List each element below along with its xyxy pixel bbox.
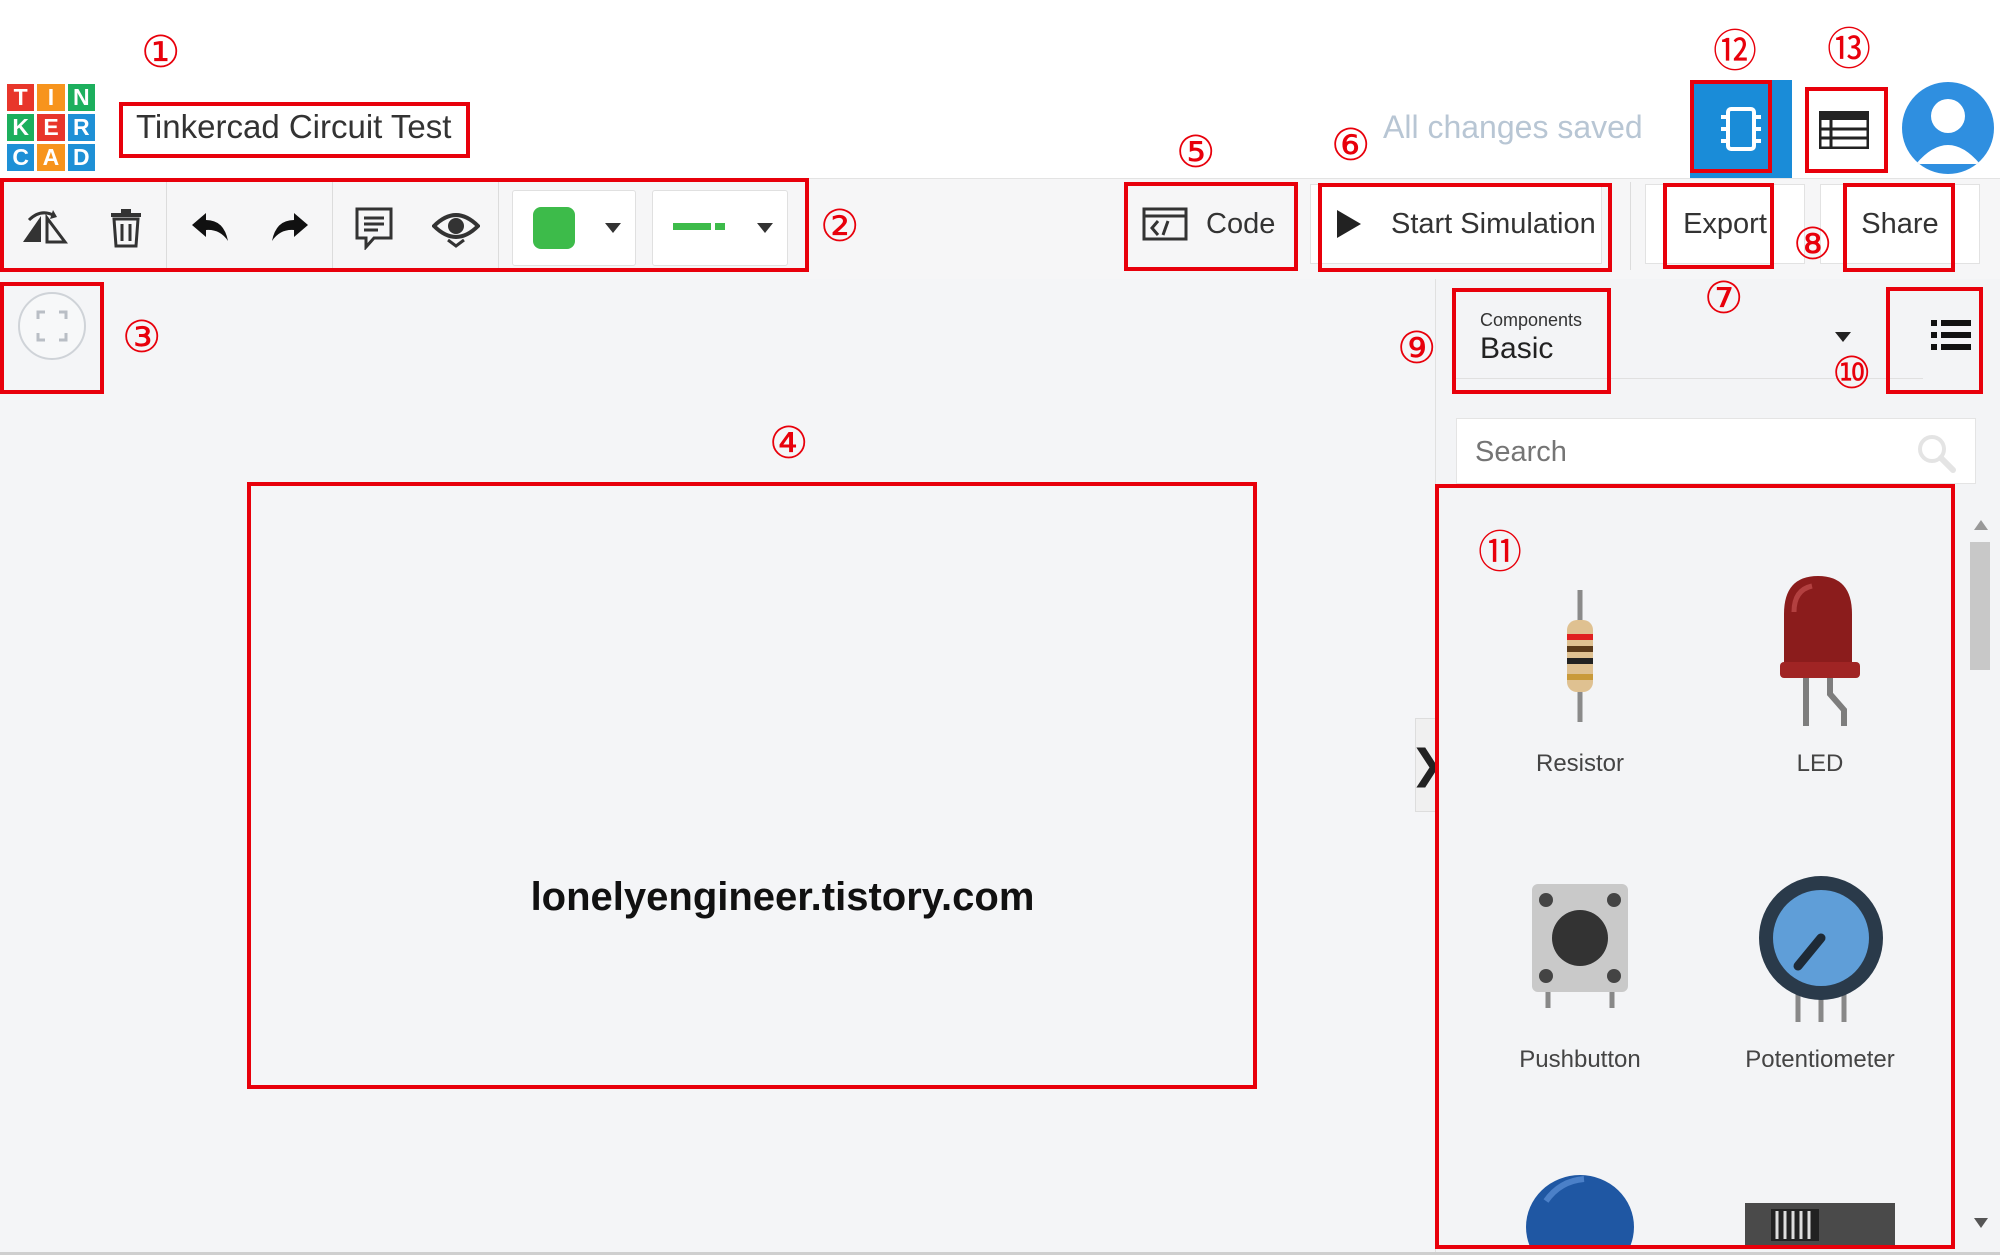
component-pushbutton[interactable]: Pushbutton bbox=[1470, 870, 1690, 1075]
component-label: Pushbutton bbox=[1519, 1046, 1641, 1073]
component-led[interactable]: LED bbox=[1710, 570, 1930, 777]
toolbar-divider bbox=[166, 182, 167, 270]
logo-letter: I bbox=[37, 84, 65, 111]
annotation-number: ⑤ bbox=[1176, 127, 1216, 178]
components-caption: Components bbox=[1480, 310, 1583, 330]
fill-color-dropdown[interactable] bbox=[512, 190, 636, 266]
save-status: All changes saved bbox=[1383, 109, 1643, 145]
logo-letter: C bbox=[7, 144, 35, 171]
scrollbar-thumb[interactable] bbox=[1970, 542, 1990, 670]
search-input[interactable] bbox=[1473, 429, 1897, 475]
export-button[interactable]: Export bbox=[1645, 184, 1805, 264]
potentiometer-icon bbox=[1759, 876, 1883, 1022]
logo-letter: E bbox=[37, 114, 65, 141]
visibility-icon bbox=[432, 213, 480, 248]
annotation-number: ⑨ bbox=[1397, 323, 1437, 374]
visibility-button[interactable] bbox=[428, 200, 484, 256]
delete-button[interactable] bbox=[98, 200, 154, 256]
undo-icon bbox=[192, 213, 228, 241]
list-view-toggle[interactable] bbox=[1926, 310, 1976, 360]
watermark-text: lonelyengineer.tistory.com bbox=[530, 875, 1035, 919]
annotation-number: ⑩ bbox=[1832, 348, 1872, 399]
chip-icon bbox=[1721, 107, 1761, 151]
fit-view-icon bbox=[36, 310, 68, 342]
components-value: Basic bbox=[1480, 332, 1554, 365]
user-avatar[interactable] bbox=[1902, 82, 1994, 174]
rotate-icon bbox=[23, 210, 68, 244]
list-icon bbox=[1931, 320, 1971, 350]
component-label: LED bbox=[1796, 750, 1844, 777]
redo-button[interactable] bbox=[262, 200, 318, 256]
annotation-number: ⑧ bbox=[1793, 219, 1833, 270]
logo-letter: R bbox=[67, 114, 95, 141]
project-title[interactable]: Tinkercad Circuit Test bbox=[136, 108, 451, 146]
switch-icon bbox=[1745, 1203, 1895, 1245]
chevron-down-icon bbox=[605, 223, 621, 233]
annotation-number: ⑥ bbox=[1331, 120, 1371, 171]
pushbutton-icon bbox=[1532, 884, 1628, 1008]
led-icon bbox=[1780, 576, 1860, 726]
annotation-number: ② bbox=[820, 201, 860, 252]
annotation-number: ① bbox=[141, 27, 181, 78]
components-scrollbar[interactable] bbox=[1966, 510, 1994, 1230]
logo-letter: D bbox=[67, 144, 95, 171]
annotation-number: ⑪ bbox=[1478, 527, 1522, 578]
logo-letter: T bbox=[7, 84, 35, 111]
undo-button[interactable] bbox=[182, 200, 238, 256]
redo-icon bbox=[272, 213, 308, 241]
annotation-number: ④ bbox=[769, 418, 809, 469]
notes-button[interactable] bbox=[346, 200, 402, 256]
component-search[interactable] bbox=[1456, 418, 1976, 484]
wire-style-icon bbox=[673, 223, 725, 230]
workplane-canvas[interactable] bbox=[0, 279, 1435, 1255]
code-label: Code bbox=[1206, 207, 1276, 240]
export-label: Export bbox=[1683, 207, 1767, 240]
circuit-view-button[interactable] bbox=[1690, 80, 1792, 178]
chevron-down-icon bbox=[1974, 1218, 1988, 1228]
annotation-number: ⑬ bbox=[1827, 24, 1871, 75]
toolbar-divider bbox=[1630, 182, 1631, 270]
component-list-view-button[interactable] bbox=[1808, 90, 1880, 170]
delete-icon bbox=[111, 209, 141, 248]
wire-type-dropdown[interactable] bbox=[652, 190, 788, 266]
button-cap-icon bbox=[1526, 1175, 1634, 1245]
notes-icon bbox=[355, 207, 393, 250]
fill-color-swatch bbox=[533, 207, 575, 249]
toolbar-divider bbox=[332, 182, 333, 270]
chevron-up-icon bbox=[1974, 520, 1988, 530]
annotation-number: ③ bbox=[122, 312, 162, 363]
rotate-button[interactable] bbox=[16, 200, 72, 256]
toolbar-divider bbox=[498, 182, 499, 270]
code-icon bbox=[1142, 207, 1188, 241]
chevron-down-icon bbox=[757, 223, 773, 233]
component-resistor[interactable]: Resistor bbox=[1470, 575, 1690, 777]
logo-letter: N bbox=[67, 84, 95, 111]
fit-view-button[interactable] bbox=[18, 292, 86, 360]
component-label: Potentiometer bbox=[1745, 1046, 1895, 1073]
resistor-icon bbox=[1567, 590, 1593, 722]
code-button[interactable]: Code bbox=[1126, 184, 1294, 264]
search-icon bbox=[1918, 435, 1956, 473]
user-avatar-icon bbox=[1916, 99, 1980, 164]
component-partial[interactable] bbox=[1520, 1165, 1640, 1245]
component-label: Resistor bbox=[1535, 750, 1625, 777]
start-simulation-label: Start Simulation bbox=[1391, 207, 1596, 240]
table-icon bbox=[1819, 111, 1869, 149]
start-simulation-button[interactable]: Start Simulation bbox=[1310, 184, 1602, 264]
chevron-down-icon bbox=[1835, 332, 1851, 342]
component-partial[interactable] bbox=[1745, 1195, 1897, 1245]
logo-letter: K bbox=[7, 114, 35, 141]
component-potentiometer[interactable]: Potentiometer bbox=[1710, 870, 1930, 1075]
share-button[interactable]: Share bbox=[1820, 184, 1980, 264]
share-label: Share bbox=[1861, 207, 1939, 240]
play-icon bbox=[1337, 210, 1361, 238]
logo-letter: A bbox=[37, 144, 65, 171]
annotation-number: ⑫ bbox=[1713, 26, 1757, 77]
tinkercad-logo[interactable]: T I N K E R C A D bbox=[7, 84, 95, 171]
annotation-number: ⑦ bbox=[1704, 273, 1744, 324]
